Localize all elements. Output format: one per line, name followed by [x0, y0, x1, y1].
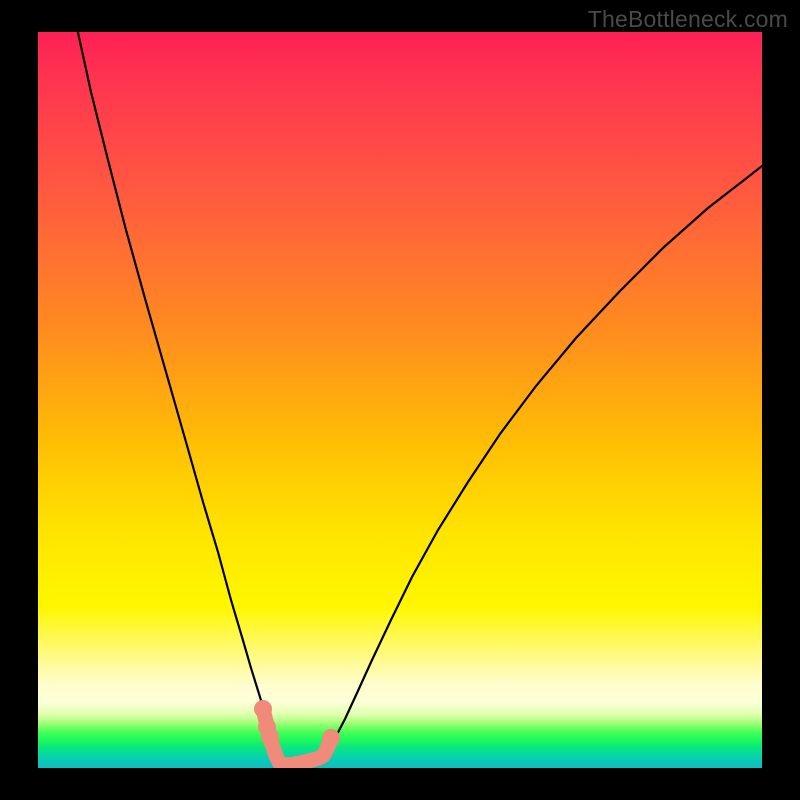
curves-svg	[38, 32, 762, 768]
left-curve	[77, 32, 282, 768]
marker-3	[261, 728, 279, 746]
plot-area	[38, 32, 762, 768]
marker-1	[254, 700, 272, 718]
right-curve	[282, 166, 762, 768]
chart-frame: TheBottleneck.com	[0, 0, 800, 800]
watermark-text: TheBottleneck.com	[588, 6, 788, 33]
marker-4	[322, 729, 340, 747]
